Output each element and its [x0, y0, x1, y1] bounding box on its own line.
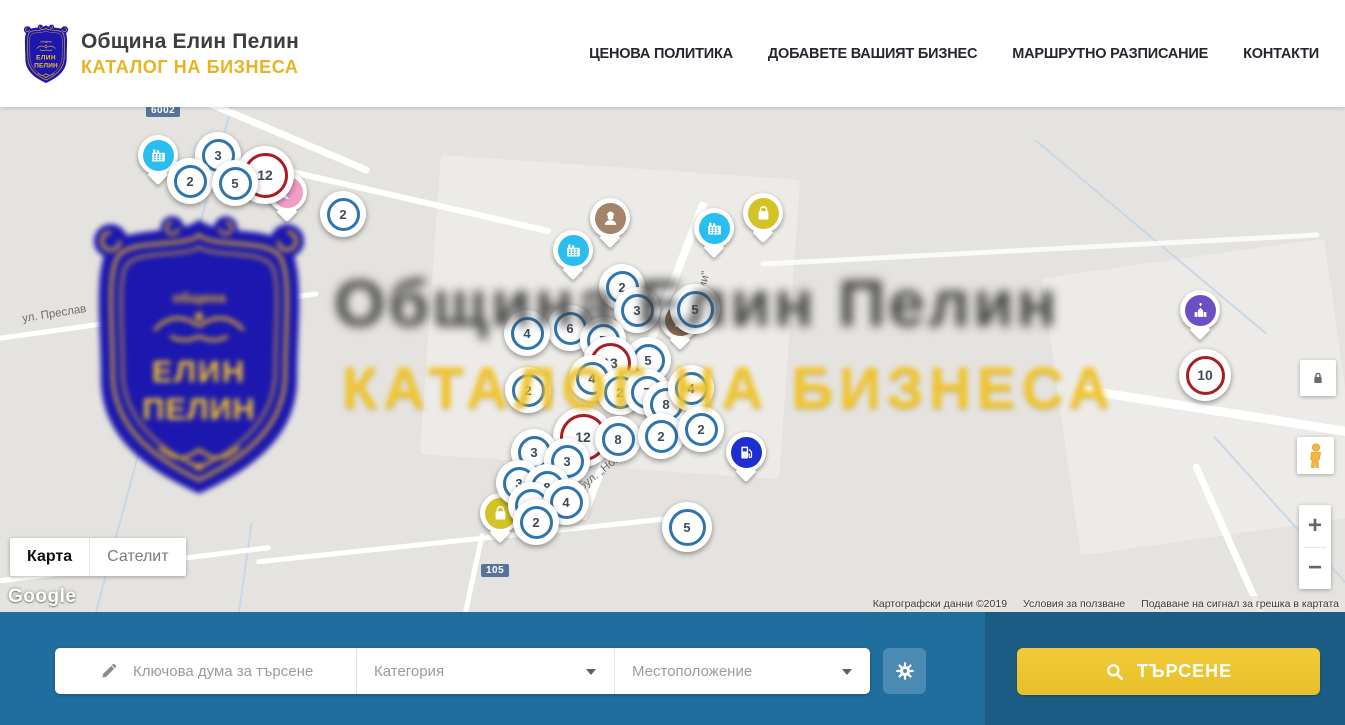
watermark-coat-of-arms	[85, 210, 313, 502]
map-attribution: Картографски данни ©2019 Условия за полз…	[867, 596, 1345, 612]
location-select[interactable]: Местоположение	[615, 648, 870, 694]
category-placeholder: Категория	[374, 663, 444, 680]
map-cluster[interactable]: 5	[662, 502, 712, 552]
keyword-field[interactable]	[55, 648, 357, 694]
search-bar: Категория Местоположение	[0, 612, 1345, 725]
page: Община Елин Пелин КАТАЛОГ НА БИЗНЕСА ЦЕН…	[0, 0, 1345, 725]
attribution-report-link[interactable]: Подаване на сигнал за грешка в картата	[1141, 598, 1339, 610]
attribution-copyright: Картографски данни ©2019	[873, 598, 1007, 610]
attribution-terms-link[interactable]: Условия за ползване	[1023, 598, 1125, 610]
search-button-label: ТЪРСЕНЕ	[1137, 661, 1232, 682]
cluster-count: 5	[669, 509, 706, 546]
map-type-satellite-button[interactable]: Сателит	[90, 538, 185, 576]
municipality-logo[interactable]	[22, 23, 70, 85]
map-type-map-button[interactable]: Карта	[10, 538, 90, 576]
fuel-icon	[731, 437, 762, 468]
bag-icon	[748, 198, 779, 229]
nav-add-business[interactable]: ДОБАВЕТЕ ВАШИЯТ БИЗНЕС	[768, 46, 977, 62]
search-fields-group: Категория Местоположение	[55, 648, 870, 694]
map-canvas[interactable]: 6002 105 ул. Преслав бул. „Новосел ции" …	[0, 107, 1345, 612]
cluster-count: 8	[602, 423, 635, 456]
factory-icon	[699, 213, 730, 244]
watermark-subtitle: КАТАЛОГ НА БИЗНЕСА	[342, 355, 1116, 422]
map-lock-control[interactable]	[1300, 360, 1336, 396]
map-pin-factory[interactable]	[553, 230, 593, 270]
street-view-pegman[interactable]	[1297, 437, 1334, 474]
zoom-out-button[interactable]: −	[1299, 548, 1331, 590]
cluster-count: 2	[520, 506, 553, 539]
church-icon	[1185, 295, 1216, 326]
map-cluster[interactable]: 2	[167, 158, 213, 204]
map-cluster[interactable]: 5	[212, 160, 258, 206]
zoom-control: + −	[1299, 505, 1331, 589]
map-cluster[interactable]: 2	[513, 499, 559, 545]
google-logo[interactable]: Google	[8, 586, 76, 608]
keyword-input[interactable]	[133, 663, 333, 680]
map-pin-factory[interactable]	[694, 208, 734, 248]
location-placeholder: Местоположение	[632, 663, 752, 680]
nav-pricing-policy[interactable]: ЦЕНОВА ПОЛИТИКА	[589, 46, 733, 62]
cluster-count: 2	[327, 198, 360, 231]
site-subtitle: КАТАЛОГ НА БИЗНЕСА	[81, 57, 299, 78]
search-submit-button[interactable]: ТЪРСЕНЕ	[1017, 648, 1320, 695]
cluster-count: 2	[645, 420, 678, 453]
map-pin-church[interactable]	[1180, 290, 1220, 330]
watermark-title: Община Елин Пелин	[334, 265, 1060, 341]
gear-icon	[894, 660, 916, 682]
map-cluster[interactable]: 2	[320, 191, 366, 237]
factory-icon	[143, 140, 174, 171]
chevron-down-icon	[586, 669, 596, 675]
pegman-icon	[1305, 443, 1327, 469]
factory-icon	[558, 235, 589, 266]
nav-contacts[interactable]: КОНТАКТИ	[1243, 46, 1319, 62]
chevron-down-icon	[842, 669, 852, 675]
map-pin-worker[interactable]	[590, 198, 630, 238]
map-cluster[interactable]: 10	[1179, 349, 1231, 401]
map-type-control: Карта Сателит	[10, 538, 186, 576]
pencil-icon	[99, 661, 119, 681]
advanced-search-button[interactable]	[883, 648, 926, 694]
nav-route-schedule[interactable]: МАРШРУТНО РАЗПИСАНИЕ	[1012, 46, 1208, 62]
header: Община Елин Пелин КАТАЛОГ НА БИЗНЕСА ЦЕН…	[0, 0, 1345, 107]
lock-icon	[1310, 370, 1326, 386]
category-select[interactable]: Категория	[357, 648, 615, 694]
map-cluster[interactable]: 8	[595, 416, 641, 462]
map-pin-bag[interactable]	[743, 193, 783, 233]
map-pin-fuel[interactable]	[726, 432, 766, 472]
worker-icon	[595, 203, 626, 234]
site-title: Община Елин Пелин	[81, 30, 299, 54]
site-titles: Община Елин Пелин КАТАЛОГ НА БИЗНЕСА	[81, 30, 299, 78]
cluster-count: 5	[219, 167, 252, 200]
cluster-count: 2	[174, 165, 207, 198]
zoom-in-button[interactable]: +	[1299, 505, 1331, 547]
main-nav: ЦЕНОВА ПОЛИТИКА ДОБАВЕТЕ ВАШИЯТ БИЗНЕС М…	[589, 46, 1319, 62]
search-icon	[1105, 662, 1125, 682]
cluster-count: 10	[1186, 356, 1225, 395]
